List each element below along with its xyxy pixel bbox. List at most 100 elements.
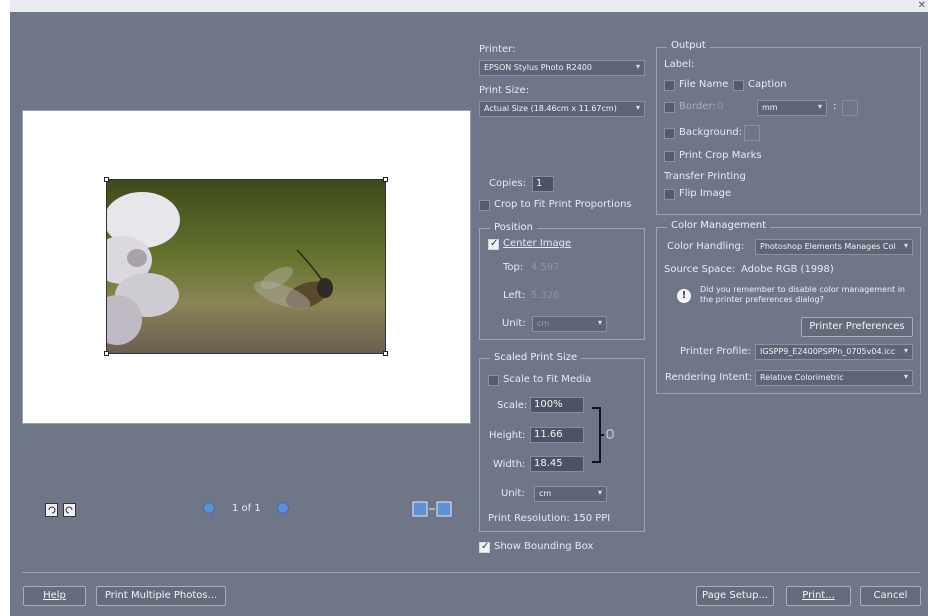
printer-label: Printer: [479, 44, 516, 55]
printer-select-value: EPSON Stylus Photo R2400 [484, 63, 593, 72]
chain-link-icon[interactable] [606, 429, 614, 439]
copies-label: Copies: [489, 178, 526, 189]
bounding-handle-tl[interactable] [104, 177, 109, 182]
next-page-icon[interactable] [277, 502, 289, 514]
flip-image-checkbox[interactable] [664, 189, 675, 200]
chevron-down-icon: ▾ [903, 346, 908, 355]
center-image-text: Center Image [503, 238, 572, 249]
border-color-swatch[interactable] [842, 100, 858, 116]
caption-checkbox[interactable] [733, 80, 744, 91]
height-field[interactable]: 11.66 [530, 427, 584, 443]
print-button[interactable]: Print... [786, 586, 851, 606]
printer-select[interactable]: EPSON Stylus Photo R2400 ▾ [479, 60, 645, 76]
help-button[interactable]: Help [23, 586, 86, 606]
scale-field[interactable]: 100% [530, 397, 584, 413]
chain-glyph [606, 429, 614, 439]
border-unit-value: mm [762, 103, 778, 112]
border-label: Border: [679, 101, 716, 112]
rotate-right-glyph [65, 506, 73, 514]
width-label: Width: [493, 459, 526, 470]
scaled-unit-label: Unit: [501, 488, 525, 499]
position-title: Position [490, 222, 537, 233]
print-resolution: Print Resolution: 150 PPI [488, 513, 611, 524]
printer-profile-select[interactable]: IGSPP9_E2400PSPPn_0705v04.icc ▾ [755, 344, 913, 360]
crop-to-fit-checkbox[interactable] [479, 200, 490, 211]
scale-to-fit-label: Scale to Fit Media [503, 374, 592, 385]
color-handling-value: Photoshop Elements Manages Col [760, 242, 896, 251]
file-name-checkbox[interactable] [664, 80, 675, 91]
scaled-unit-select[interactable]: cm ▾ [534, 486, 607, 502]
bounding-handle-bl[interactable] [104, 351, 109, 356]
position-unit-select[interactable]: cm ▾ [532, 316, 607, 332]
width-field[interactable]: 18.45 [530, 456, 584, 472]
rotate-right-icon[interactable] [63, 503, 76, 517]
constrain-proportions-bracket [592, 407, 604, 463]
previous-page-icon[interactable] [203, 502, 215, 514]
crop-to-fit-label: Crop to Fit Print Proportions [494, 199, 632, 210]
background-color-swatch[interactable] [744, 125, 760, 141]
color-handling-select[interactable]: Photoshop Elements Manages Col ▾ [755, 239, 913, 255]
photo-image [107, 180, 385, 353]
close-icon[interactable]: ✕ [918, 0, 926, 11]
chevron-down-icon: ▾ [903, 241, 908, 250]
bounding-handle-br[interactable] [383, 351, 388, 356]
rotate-left-glyph [48, 506, 56, 514]
print-size-select[interactable]: Actual Size (18.46cm x 11.67cm) ▾ [479, 101, 645, 117]
help-button-label: Help [43, 590, 66, 601]
chevron-down-icon: ▾ [817, 102, 822, 111]
file-name-label: File Name [679, 79, 729, 90]
page-setup-button[interactable]: Page Setup... [696, 586, 774, 606]
center-image-checkbox[interactable] [488, 238, 499, 250]
color-notice: Did you remember to disable color manage… [700, 285, 905, 304]
chevron-down-icon: ▾ [903, 372, 908, 381]
border-color-separator: : [833, 101, 837, 112]
background-checkbox[interactable] [664, 128, 675, 139]
copies-field[interactable]: 1 [532, 176, 554, 192]
chevron-down-icon: ▾ [635, 62, 640, 71]
printer-profile-label: Printer Profile: [680, 346, 751, 357]
scale-to-fit-checkbox[interactable] [488, 375, 499, 386]
border-unit-select[interactable]: mm ▾ [757, 100, 827, 116]
scale-label: Scale: [497, 400, 528, 411]
bounding-handle-tr[interactable] [383, 177, 388, 182]
page-indicator: 1 of 1 [232, 503, 261, 514]
source-space-value: Adobe RGB (1998) [741, 264, 834, 275]
crop-marks-label: Print Crop Marks [679, 150, 762, 161]
show-bounding-box-label: Show Bounding Box [494, 541, 594, 552]
top-value[interactable]: 4.597 [531, 262, 560, 273]
center-image-label: Center Image [503, 238, 571, 249]
transfer-printing-label: Transfer Printing [664, 171, 746, 182]
title-bar: ✕ [10, 0, 928, 12]
rendering-intent-label: Rendering Intent: [665, 372, 753, 383]
rendering-intent-select[interactable]: Relative Colorimetric ▾ [755, 370, 913, 386]
printer-profile-value: IGSPP9_E2400PSPPn_0705v04.icc [760, 347, 896, 356]
border-checkbox[interactable] [664, 102, 675, 113]
printer-preferences-button[interactable]: Printer Preferences [801, 317, 913, 337]
info-icon: ! [677, 289, 691, 303]
bracket-glyph [592, 407, 604, 463]
chevron-down-icon: ▾ [635, 103, 640, 112]
scaled-unit-value: cm [539, 489, 552, 498]
print-size-label: Print Size: [479, 85, 530, 96]
orientation-glyph [412, 501, 452, 517]
rotate-left-icon[interactable] [45, 503, 58, 517]
output-label-heading: Label: [664, 59, 695, 70]
page-orientation-icon[interactable] [412, 500, 452, 518]
show-bounding-box-checkbox[interactable] [479, 541, 490, 553]
position-unit-label: Unit: [502, 318, 526, 329]
border-value[interactable]: 0 [717, 101, 723, 112]
color-management-title: Color Management [667, 220, 771, 231]
preview-photo[interactable] [106, 179, 386, 354]
rendering-intent-value: Relative Colorimetric [760, 373, 844, 382]
crop-marks-checkbox[interactable] [664, 151, 675, 162]
output-title: Output [667, 40, 710, 51]
left-label: Left: [503, 290, 526, 301]
position-unit-value: cm [537, 319, 550, 328]
print-button-label: Print... [802, 590, 835, 601]
caption-label: Caption [748, 79, 787, 90]
scaled-title: Scaled Print Size [490, 352, 582, 363]
background-label: Background: [679, 127, 743, 138]
print-multiple-photos-button[interactable]: Print Multiple Photos... [96, 586, 226, 606]
left-value[interactable]: 5.326 [531, 290, 560, 301]
cancel-button[interactable]: Cancel [860, 586, 921, 606]
